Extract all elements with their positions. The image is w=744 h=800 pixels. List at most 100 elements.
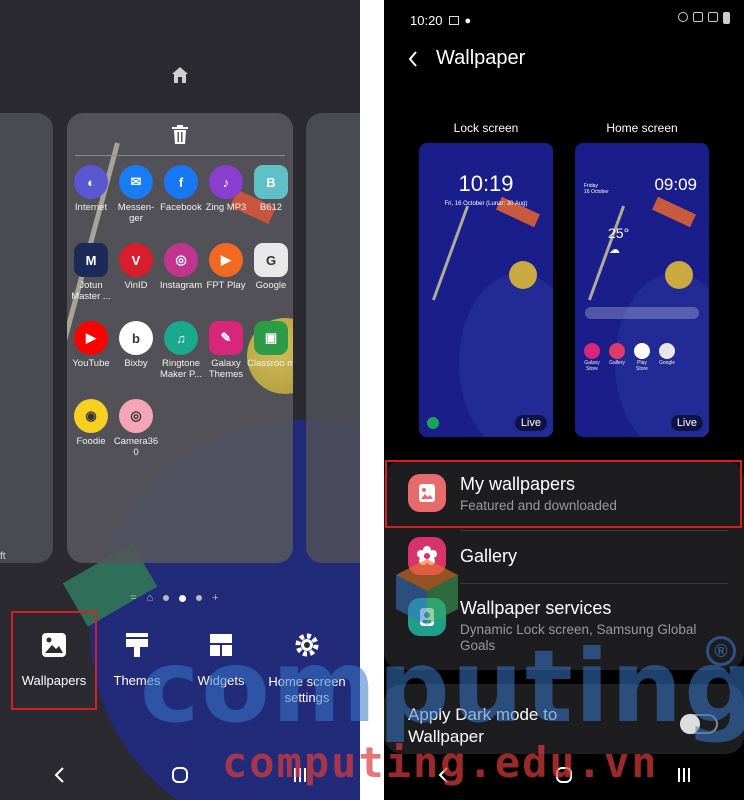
back-icon[interactable] [50, 765, 70, 785]
home-date: 16 October [584, 189, 609, 195]
image-notification-icon [448, 16, 459, 25]
battery-icon [723, 12, 730, 24]
app-label: Ringtone Maker P... [159, 358, 203, 380]
google-icon: G [254, 243, 288, 277]
wifi-icon [693, 12, 703, 22]
home-page-card[interactable]: ◐ Internet ✉ Messen-ger f Facebook ♪ Zing MP3 B B… [67, 113, 293, 563]
wallpaper-icon [42, 633, 66, 657]
app-label: VinID [124, 280, 148, 291]
back-arrow-icon[interactable] [408, 50, 418, 67]
status-bar: 10:20 ● [410, 13, 471, 28]
app-label: Internet [74, 202, 108, 213]
app-ringtone-maker[interactable]: ♫ Ringtone Maker P... [156, 321, 206, 380]
lock-screen-label: Lock screen [453, 121, 519, 135]
menu-separator [460, 530, 728, 531]
status-time: 10:20 [410, 13, 443, 28]
home-screen-preview[interactable]: Friday 16 October 09:09 25° ☁ Galaxy Sto… [575, 143, 709, 437]
gallery-title: Gallery [460, 545, 518, 566]
home-indicator-icon: ⌂ [146, 592, 154, 604]
classroom-icon: ▣ [254, 321, 288, 355]
facebook-icon: f [164, 165, 198, 199]
preview-app-icon [634, 343, 650, 359]
page-dot [196, 595, 203, 601]
app-label: FPT Play [206, 280, 246, 291]
wallpaper-stick [431, 205, 470, 301]
instagram-icon: ◎ [164, 243, 198, 277]
app-messenger[interactable]: ✉ Messen-ger [111, 165, 161, 224]
app-galaxy-themes[interactable]: ✎ Galaxy Themes [201, 321, 251, 380]
page-indicator[interactable]: = ⌂ + [130, 592, 219, 604]
signal-icon [708, 12, 718, 22]
wallpapers-label: Wallpapers [21, 673, 87, 688]
app-bixby[interactable]: b Bixby [111, 321, 161, 369]
watermark-registered-mark: ® [706, 636, 736, 666]
wallpapers-button[interactable]: Wallpapers [18, 632, 90, 688]
bulb-notification-icon: ● [464, 14, 472, 27]
next-page-card[interactable] [306, 113, 360, 563]
home-temperature: 25° [608, 225, 630, 241]
preview-app: Google [658, 343, 676, 366]
app-label: Zing MP3 [205, 202, 247, 213]
app-instagram[interactable]: ◎ Instagram [156, 243, 206, 291]
app-label: Classroo m [246, 358, 293, 369]
watermark-text: computing [140, 628, 744, 745]
wallpaper-circle [459, 273, 553, 437]
home-time: 09:09 [654, 175, 697, 194]
home-nav-icon[interactable] [170, 765, 190, 785]
preview-app-label: Galaxy Store [584, 360, 600, 372]
preview-app: Galaxy Store [583, 343, 601, 372]
app-zing-mp3[interactable]: ♪ Zing MP3 [201, 165, 251, 213]
preview-app: Gallery [608, 343, 626, 366]
app-camera360[interactable]: ◎ Camera36 0 [111, 399, 161, 458]
ringtone-maker-icon: ♫ [164, 321, 198, 355]
watermark-url: computing.edu.vn [222, 738, 659, 787]
home-icon[interactable] [171, 66, 189, 84]
header: Wallpaper [408, 47, 525, 70]
internet-icon: ◐ [74, 165, 108, 199]
app-vinid[interactable]: V VinID [111, 243, 161, 291]
lock-screen-preview[interactable]: 10:19 Fri, 16 October (Lunar: 30 Aug) Li… [419, 143, 553, 437]
card-divider [75, 155, 285, 156]
messenger-icon: ✉ [119, 165, 153, 199]
previous-page-card[interactable]: ft [0, 113, 53, 563]
recents-icon[interactable] [674, 765, 694, 785]
google-search-bar [585, 307, 699, 319]
app-youtube[interactable]: ▶ YouTube [67, 321, 116, 369]
my-wallpapers-highlight-box [385, 460, 742, 528]
trash-icon[interactable] [171, 125, 189, 145]
side-card-text: ft [0, 551, 6, 562]
lock-date: Fri, 16 October (Lunar: 30 Aug) [444, 201, 528, 207]
menu-separator [460, 583, 728, 584]
app-label: B612 [259, 202, 283, 213]
page-title: Wallpaper [436, 47, 526, 69]
lock-time: 10:19 [458, 171, 514, 196]
galaxy-themes-icon: ✎ [209, 321, 243, 355]
app-google[interactable]: G Google [246, 243, 293, 291]
app-label: Jotun Master ... [71, 280, 111, 302]
weather-icon: ☁ [609, 244, 620, 256]
bixby-icon: b [119, 321, 153, 355]
app-jotun[interactable]: M Jotun Master ... [67, 243, 116, 302]
add-page-icon: + [212, 592, 219, 604]
app-label: Instagram [159, 280, 203, 291]
wallpaper-yellow-ball [509, 261, 537, 289]
app-classroom[interactable]: ▣ Classroo m [246, 321, 293, 369]
app-foodie[interactable]: ◉ Foodie [67, 399, 116, 447]
fpt-play-icon: ▶ [209, 243, 243, 277]
app-facebook[interactable]: f Facebook [156, 165, 206, 213]
foodie-icon: ◉ [74, 399, 108, 433]
jotun-icon: M [74, 243, 108, 277]
home-screen-label: Home screen [606, 121, 678, 135]
app-label: Galaxy Themes [208, 358, 244, 380]
app-b612[interactable]: B B612 [246, 165, 293, 213]
app-label: Bixby [124, 358, 148, 369]
status-icons [678, 12, 730, 24]
preview-app-label: Gallery [609, 360, 625, 366]
app-fpt-play[interactable]: ▶ FPT Play [201, 243, 251, 291]
app-internet[interactable]: ◐ Internet [67, 165, 116, 213]
preview-app-label: Play Store [636, 360, 648, 372]
preview-app-icon [659, 343, 675, 359]
wallpaper-services-title: Wallpaper services [460, 598, 612, 618]
preview-app-icon [584, 343, 600, 359]
youtube-icon: ▶ [74, 321, 108, 355]
